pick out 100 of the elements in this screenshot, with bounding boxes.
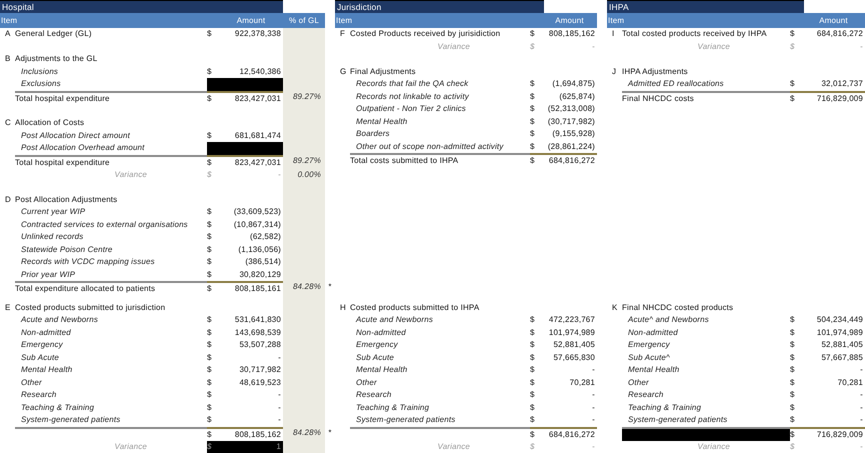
section-letter: K (611, 302, 618, 314)
currency-sign: $ (530, 402, 536, 414)
section-letter: B (4, 53, 12, 65)
percent-cell: 89.27% (283, 90, 325, 104)
amount-value: - (277, 389, 282, 401)
currency-sign: $ (207, 244, 213, 256)
percent-cell: 84.28% (283, 281, 325, 295)
amount-value: 472,223,767 (548, 314, 596, 326)
total-label: Total costs submitted to IHPA (350, 153, 530, 167)
section-letter: E (4, 302, 12, 314)
amount-value: (9,155,928) (551, 128, 596, 140)
currency-sign: $ (530, 140, 536, 152)
amount-value: (386,514) (244, 256, 282, 268)
column-header: Item (335, 13, 530, 28)
amount-value: 143,698,539 (234, 326, 282, 338)
amount-value: 808,185,162 (548, 28, 596, 40)
currency-sign: $ (207, 268, 213, 280)
shaded-cell (283, 440, 325, 453)
item-label: Prior year WIP (20, 268, 76, 281)
item-label: Mental Health (355, 364, 408, 376)
currency-sign: $ (530, 364, 536, 376)
amount-value: 57,665,830 (552, 352, 596, 364)
section-title: Final NHCDC costed products (622, 302, 734, 314)
currency-sign: $ (790, 352, 796, 364)
amount-value: (10,867,314) (232, 218, 282, 231)
total-amount: 684,816,272 (544, 153, 597, 167)
item-label: System-generated patients (627, 414, 728, 426)
amount-value: - (277, 352, 282, 364)
currency-sign: $ (790, 40, 796, 52)
panel-title: Jurisdiction (335, 0, 544, 14)
section-letter: F (339, 28, 346, 40)
amount-value: - (591, 364, 596, 376)
total-label: Final NHCDC costs (622, 90, 790, 104)
item-label: Teaching & Training (627, 402, 702, 414)
column-header: Amount (790, 13, 865, 28)
item-label: Emergency (627, 339, 671, 351)
currency-sign: $ (530, 116, 536, 128)
section-title: General Ledger (GL) (15, 28, 93, 40)
currency-sign: $ (790, 78, 796, 90)
currency-sign: $ (207, 66, 213, 78)
amount-value: - (591, 40, 596, 52)
column-header: Amount (207, 13, 283, 28)
footnote-mark: * (327, 281, 333, 293)
currency-sign: $ (530, 314, 536, 326)
shaded-cell (283, 28, 325, 40)
amount-value: 531,641,830 (234, 314, 282, 326)
item-label: Mental Health (627, 364, 680, 376)
panel-title: IHPA (607, 0, 804, 14)
currency-sign: $ (207, 389, 213, 401)
item-label: Mental Health (20, 364, 74, 376)
section-title: Allocation of Costs (15, 117, 86, 129)
currency-sign: $ (790, 440, 796, 452)
item-label: Research (355, 389, 392, 401)
amount-value: 48,619,523 (238, 376, 282, 388)
item-label: Contracted services to external organisations (20, 218, 189, 231)
item-label: Sub Acute (20, 352, 60, 364)
amount-value: 12,540,386 (238, 66, 282, 78)
item-label: Sub Acute^ (627, 352, 671, 364)
item-label: Non-admitted (627, 326, 679, 338)
amount-value: (28,861,224) (546, 140, 596, 153)
percent-cell: 89.27% (283, 154, 325, 168)
item-label: Admitted ED reallocations (626, 78, 725, 90)
total-amount: 716,829,009 (804, 90, 865, 104)
amount-value: - (277, 402, 282, 414)
currency-sign: $ (530, 28, 536, 40)
currency-sign: $ (530, 103, 536, 115)
item-label: Non-admitted (355, 326, 407, 338)
item-label: Records with VCDC mapping issues (20, 256, 156, 268)
item-label: Statewide Poison Centre (20, 244, 114, 256)
column-header: Amount (530, 13, 597, 28)
amount-value: - (277, 414, 282, 426)
currency-sign: $ (207, 339, 213, 351)
currency-sign: $ (207, 352, 213, 364)
item-label: Other (20, 376, 43, 388)
currency-sign: $ (530, 326, 536, 338)
amount-value: - (591, 402, 596, 414)
amount-value: 57,667,885 (820, 352, 864, 364)
currency-sign: $ (207, 402, 213, 414)
section-letter: I (611, 28, 616, 40)
amount-value: 30,717,982 (238, 364, 282, 376)
amount-value: 684,816,272 (816, 28, 864, 40)
footnote-mark: * (327, 426, 333, 438)
item-label: Emergency (20, 339, 64, 351)
currency-sign: $ (790, 364, 796, 376)
currency-sign: $ (790, 90, 804, 104)
item-label: Teaching & Training (355, 402, 430, 414)
amount-value: - (859, 402, 864, 414)
item-label: Sub Acute (355, 352, 395, 364)
amount-value: - (591, 389, 596, 401)
item-label: Emergency (355, 339, 399, 351)
currency-sign: $ (207, 90, 221, 104)
currency-sign: $ (530, 352, 536, 364)
section-title: IHPA Adjustments (622, 66, 689, 78)
amount-value: 52,881,405 (820, 339, 864, 351)
currency-sign: $ (530, 78, 536, 90)
variance-label: Variance (114, 168, 148, 180)
amount-value: 52,881,405 (552, 339, 596, 351)
amount-value: - (859, 440, 864, 452)
amount-value: 681,681,474 (234, 130, 282, 142)
percent-cell: 0.00% (283, 168, 325, 181)
